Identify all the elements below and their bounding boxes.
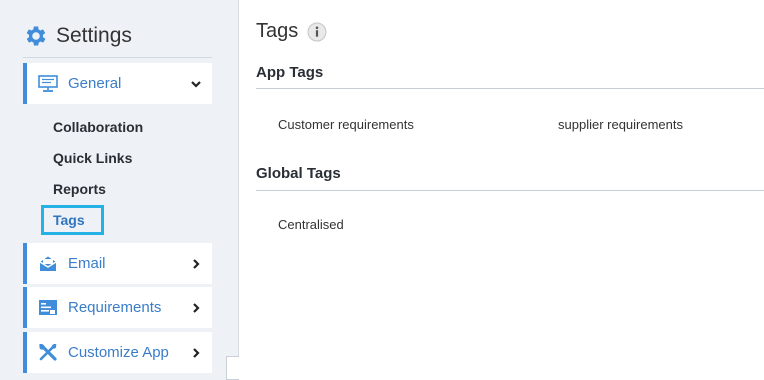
sidebar-title: Settings bbox=[56, 24, 132, 47]
sidebar-section-general[interactable]: General bbox=[23, 63, 212, 104]
chevron-right-icon[interactable] bbox=[190, 347, 202, 359]
tag-item: Customer requirements bbox=[278, 117, 414, 132]
tools-icon bbox=[38, 343, 58, 362]
tag-item: Centralised bbox=[278, 217, 344, 232]
app-tags-heading: App Tags bbox=[256, 64, 324, 81]
page-title-row: Tags bbox=[256, 20, 327, 43]
page-title: Tags bbox=[256, 20, 299, 42]
chevron-right-icon[interactable] bbox=[190, 258, 202, 270]
sidebar-item-reports[interactable]: Reports bbox=[53, 181, 106, 197]
monitor-icon bbox=[38, 74, 58, 93]
sidebar-section-requirements[interactable]: Requirements bbox=[23, 287, 212, 328]
envelope-icon bbox=[38, 255, 58, 273]
chevron-down-icon[interactable] bbox=[190, 78, 202, 90]
tag-item: supplier requirements bbox=[558, 117, 684, 132]
sidebar-section-customize-app[interactable]: Customize App bbox=[23, 332, 212, 373]
sidebar-section-label: Email bbox=[68, 255, 106, 272]
gear-icon bbox=[26, 26, 46, 46]
divider bbox=[256, 190, 764, 191]
sidebar-section-label: Requirements bbox=[68, 299, 162, 316]
tags-main-panel: Tags App Tags Customer requirements supp… bbox=[240, 0, 764, 380]
sidebar-header: Settings bbox=[23, 22, 212, 58]
list-document-icon bbox=[38, 299, 58, 317]
divider bbox=[256, 88, 764, 89]
sidebar-collapse-handle[interactable] bbox=[226, 356, 239, 380]
info-icon[interactable] bbox=[307, 22, 327, 42]
sidebar-item-tags[interactable]: Tags bbox=[41, 205, 104, 235]
sidebar-section-label: General bbox=[68, 75, 122, 92]
chevron-right-icon[interactable] bbox=[190, 302, 202, 314]
sidebar-item-collaboration[interactable]: Collaboration bbox=[53, 119, 143, 135]
global-tags-heading: Global Tags bbox=[256, 165, 341, 182]
settings-sidebar: Settings General Collaboration Quick Lin… bbox=[0, 0, 239, 380]
sidebar-section-label: Customize App bbox=[68, 344, 169, 361]
sidebar-item-quick-links[interactable]: Quick Links bbox=[53, 150, 132, 166]
sidebar-section-email[interactable]: Email bbox=[23, 243, 212, 284]
